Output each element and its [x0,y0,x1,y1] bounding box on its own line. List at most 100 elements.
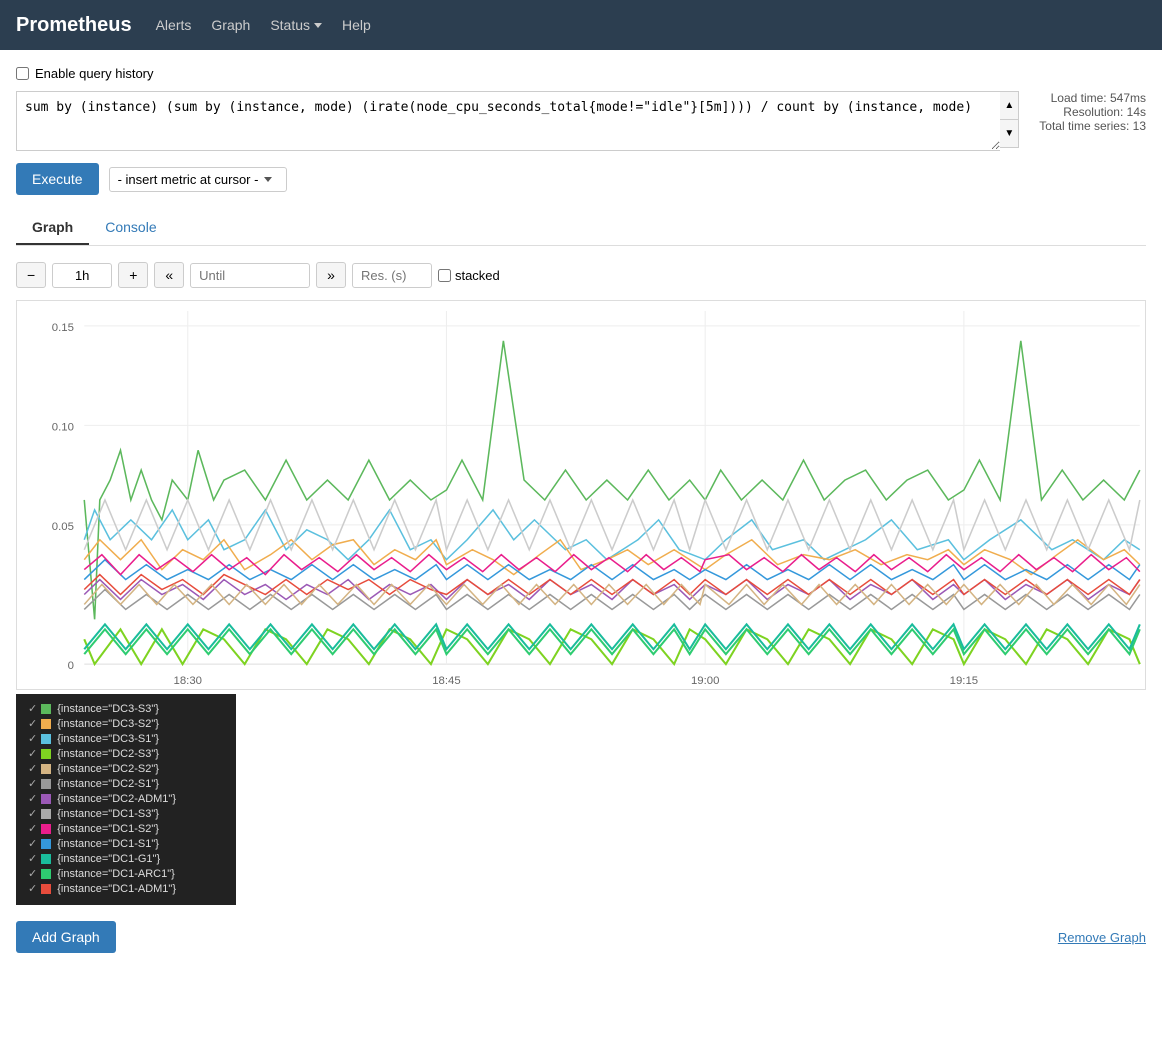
legend-item[interactable]: ✓ {instance="DC1-ARC1"} [28,867,224,880]
legend-item[interactable]: ✓ {instance="DC3-S1"} [28,732,224,745]
legend-item-label: {instance="DC1-S2"} [57,823,159,835]
svg-text:19:00: 19:00 [691,675,719,687]
load-time-stat: Load time: 547ms [1039,91,1146,105]
legend-item[interactable]: ✓ {instance="DC3-S2"} [28,717,224,730]
forward-button[interactable]: » [316,262,346,288]
legend-item[interactable]: ✓ {instance="DC1-G1"} [28,852,224,865]
legend-item[interactable]: ✓ {instance="DC2-S3"} [28,747,224,760]
legend-item-label: {instance="DC3-S1"} [57,733,159,745]
legend-item-label: {instance="DC1-G1"} [57,853,160,865]
legend-item-label: {instance="DC2-ADM1"} [57,793,176,805]
svg-text:18:30: 18:30 [174,675,202,687]
legend-color-swatch [41,809,51,819]
query-history-row: Enable query history [16,66,1146,81]
legend-color-swatch [41,839,51,849]
main-content: Enable query history sum by (instance) (… [0,50,1162,985]
legend-item-label: {instance="DC1-S3"} [57,808,159,820]
navbar: Prometheus Alerts Graph Status Help [0,0,1162,50]
backward-button[interactable]: « [154,262,184,288]
navbar-brand[interactable]: Prometheus [16,14,132,37]
legend-item[interactable]: ✓ {instance="DC1-S1"} [28,837,224,850]
legend-color-swatch [41,824,51,834]
legend-color-swatch [41,869,51,879]
svg-text:18:45: 18:45 [432,675,460,687]
legend-item[interactable]: ✓ {instance="DC1-ADM1"} [28,882,224,895]
chart-container: 0.15 0.10 0.05 0 18:30 18:45 19:00 19:15 [16,300,1146,690]
legend-check-icon: ✓ [28,747,37,760]
legend-color-swatch [41,719,51,729]
legend-item-label: {instance="DC2-S1"} [57,778,159,790]
tab-graph[interactable]: Graph [16,211,89,245]
nav-help[interactable]: Help [342,17,371,33]
stacked-checkbox[interactable] [438,269,451,282]
legend-color-swatch [41,854,51,864]
enable-history-checkbox[interactable] [16,67,29,80]
svg-text:0.10: 0.10 [52,422,74,434]
legend-item[interactable]: ✓ {instance="DC2-ADM1"} [28,792,224,805]
legend-check-icon: ✓ [28,852,37,865]
query-scroll-down[interactable]: ▼ [1000,120,1018,147]
legend-color-swatch [41,734,51,744]
legend-check-icon: ✓ [28,882,37,895]
legend-item[interactable]: ✓ {instance="DC2-S2"} [28,762,224,775]
metric-caret-icon [264,177,272,182]
query-scroll-up[interactable]: ▲ [1000,92,1018,120]
execute-row: Execute - insert metric at cursor - [16,163,1146,195]
stacked-control[interactable]: stacked [438,268,500,283]
total-series-stat: Total time series: 13 [1039,119,1146,133]
query-scrollbar: ▲ ▼ [1000,91,1019,148]
nav-status-dropdown[interactable]: Status [270,17,322,33]
legend-item-label: {instance="DC2-S2"} [57,763,159,775]
duration-input[interactable] [52,263,112,288]
query-textarea[interactable]: sum by (instance) (sum by (instance, mod… [16,91,1000,151]
until-input[interactable] [190,263,310,288]
enable-history-label[interactable]: Enable query history [35,66,154,81]
metric-selector[interactable]: - insert metric at cursor - [109,167,288,192]
legend-item-label: {instance="DC2-S3"} [57,748,159,760]
resolution-input[interactable] [352,263,432,288]
legend-check-icon: ✓ [28,837,37,850]
legend-item-label: {instance="DC1-ARC1"} [57,868,175,880]
bottom-actions: Add Graph Remove Graph [16,921,1146,969]
legend-check-icon: ✓ [28,867,37,880]
stacked-label-text: stacked [455,268,500,283]
legend-item-label: {instance="DC1-ADM1"} [57,883,176,895]
add-graph-button[interactable]: Add Graph [16,921,116,953]
metric-placeholder-text: - insert metric at cursor - [118,172,259,187]
query-row: sum by (instance) (sum by (instance, mod… [16,91,1146,151]
stats-box: Load time: 547ms Resolution: 14s Total t… [1039,91,1146,133]
nav-graph[interactable]: Graph [211,17,250,33]
duration-minus-button[interactable]: − [16,262,46,288]
legend-check-icon: ✓ [28,792,37,805]
tab-console[interactable]: Console [89,211,172,245]
legend-check-icon: ✓ [28,702,37,715]
legend-check-icon: ✓ [28,732,37,745]
legend-check-icon: ✓ [28,762,37,775]
legend-check-icon: ✓ [28,777,37,790]
legend-color-swatch [41,884,51,894]
legend-color-swatch [41,749,51,759]
remove-graph-button[interactable]: Remove Graph [1058,930,1146,945]
svg-text:0: 0 [68,660,74,672]
legend-color-swatch [41,779,51,789]
execute-button[interactable]: Execute [16,163,99,195]
legend-check-icon: ✓ [28,807,37,820]
nav-alerts[interactable]: Alerts [156,17,192,33]
legend-item-label: {instance="DC3-S2"} [57,718,159,730]
resolution-stat: Resolution: 14s [1039,105,1146,119]
legend-item[interactable]: ✓ {instance="DC1-S2"} [28,822,224,835]
legend-box: ✓ {instance="DC3-S3"} ✓ {instance="DC3-S… [16,694,236,905]
legend-item[interactable]: ✓ {instance="DC2-S1"} [28,777,224,790]
legend-item-label: {instance="DC3-S3"} [57,703,159,715]
svg-text:19:15: 19:15 [950,675,978,687]
legend-item[interactable]: ✓ {instance="DC1-S3"} [28,807,224,820]
chevron-down-icon [314,23,322,28]
graph-controls: − + « » stacked [16,258,1146,292]
legend-check-icon: ✓ [28,822,37,835]
legend-item[interactable]: ✓ {instance="DC3-S3"} [28,702,224,715]
legend-color-swatch [41,704,51,714]
tabs: Graph Console [16,211,1146,246]
duration-plus-button[interactable]: + [118,262,148,288]
legend-color-swatch [41,764,51,774]
legend-color-swatch [41,794,51,804]
